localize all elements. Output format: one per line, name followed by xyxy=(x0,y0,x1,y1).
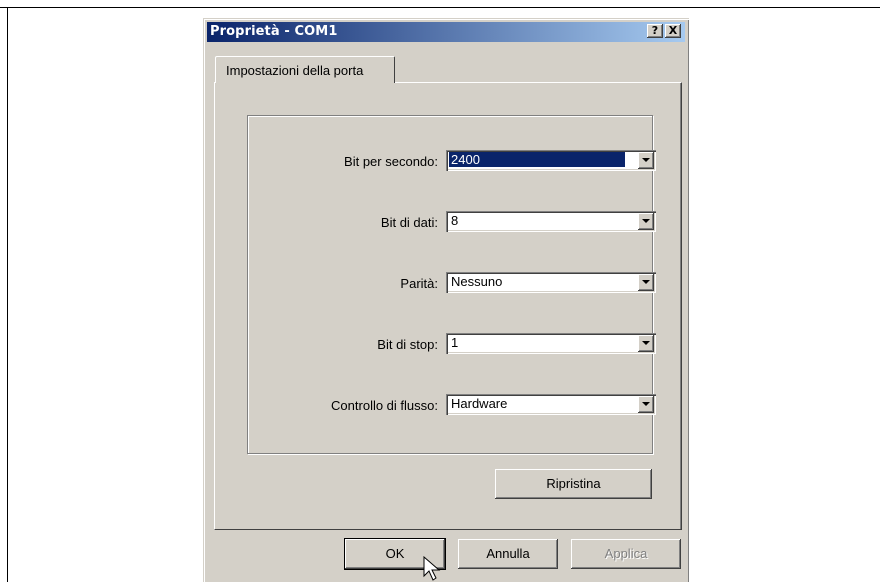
chevron-down-icon[interactable] xyxy=(638,152,654,169)
data-bits-value: 8 xyxy=(451,213,459,228)
close-button[interactable]: X xyxy=(665,24,681,38)
chevron-down-icon[interactable] xyxy=(638,274,654,291)
mouse-pointer-icon xyxy=(423,556,441,581)
dialog-title: Proprietà - COM1 xyxy=(210,24,338,39)
page-frame-left xyxy=(7,7,8,582)
page-frame-top xyxy=(0,7,880,8)
data-bits-label: Bit di dati: xyxy=(380,215,438,230)
com1-properties-dialog: Proprietà - COM1 ? X Impostazioni della … xyxy=(203,18,689,582)
restore-defaults-button[interactable]: Ripristina xyxy=(495,469,652,499)
flow-control-value: Hardware xyxy=(451,396,508,411)
stop-bits-label: Bit di stop: xyxy=(377,337,438,352)
bits-per-second-select[interactable]: 2400 xyxy=(446,150,656,171)
tab-port-settings[interactable]: Impostazioni della porta xyxy=(215,56,395,83)
apply-button[interactable]: Applica xyxy=(571,539,681,569)
flow-control-label: Controllo di flusso: xyxy=(331,398,438,413)
tab-label: Impostazioni della porta xyxy=(226,63,364,78)
parity-select[interactable]: Nessuno xyxy=(446,272,656,293)
settings-group: Bit per secondo: 2400 Bit di dati: 8 Par… xyxy=(247,115,656,454)
chevron-down-icon[interactable] xyxy=(638,396,654,413)
chevron-down-icon[interactable] xyxy=(638,335,654,352)
parity-label: Parità: xyxy=(400,276,438,291)
help-button[interactable]: ? xyxy=(647,24,663,38)
stop-bits-select[interactable]: 1 xyxy=(446,333,656,354)
stop-bits-value: 1 xyxy=(451,335,459,350)
chevron-down-icon[interactable] xyxy=(638,213,654,230)
bits-per-second-value: 2400 xyxy=(449,152,625,167)
flow-control-select[interactable]: Hardware xyxy=(446,394,656,415)
data-bits-select[interactable]: 8 xyxy=(446,211,656,232)
title-bar[interactable]: Proprietà - COM1 ? X xyxy=(207,22,685,42)
cancel-button[interactable]: Annulla xyxy=(458,539,558,569)
bits-per-second-label: Bit per secondo: xyxy=(344,154,438,169)
parity-value: Nessuno xyxy=(451,274,503,289)
